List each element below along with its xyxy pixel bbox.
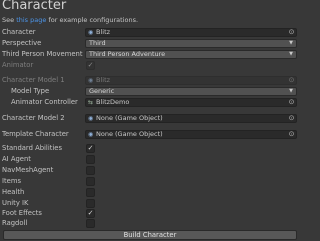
character-model-1-object-field: ◉ Blitz ⊙ (85, 76, 297, 85)
foot-effects-checkbox[interactable]: ✓ (86, 209, 95, 218)
ai-agent-label: AI Agent (2, 155, 31, 163)
animator-label: Animator (2, 61, 34, 69)
animator-controller-label: Animator Controller (11, 98, 78, 106)
toggle-row-health: Health (0, 188, 300, 197)
object-picker-icon[interactable]: ⊙ (288, 115, 295, 122)
navmeshagent-label: NavMeshAgent (2, 166, 54, 174)
third-person-movement-value: Third Person Adventure (89, 50, 166, 58)
unity-ik-label: Unity IK (2, 199, 29, 207)
character-model-1-label: Character Model 1 (2, 76, 65, 84)
character-value: Blitz (96, 28, 111, 36)
toggle-row-unity-ik: Unity IK (0, 199, 300, 208)
template-character-object-field[interactable]: ◉ None (Game Object) ⊙ (85, 130, 297, 139)
animator-checkbox: ✓ (86, 61, 95, 70)
character-model-2-object-field[interactable]: ◉ None (Game Object) ⊙ (85, 114, 297, 123)
items-label: Items (2, 177, 22, 185)
ragdoll-checkbox[interactable] (86, 219, 95, 228)
perspective-row: Perspective Third ▼ (0, 39, 300, 48)
standard-abilities-checkbox[interactable]: ✓ (86, 144, 95, 153)
template-character-value: None (Game Object) (96, 130, 163, 138)
game-object-icon: ◉ (88, 131, 94, 138)
character-model-2-label: Character Model 2 (2, 114, 65, 122)
character-model-2-value: None (Game Object) (96, 114, 163, 122)
game-object-icon: ◉ (88, 115, 94, 122)
perspective-label: Perspective (2, 39, 42, 47)
object-picker-icon[interactable]: ⊙ (288, 29, 295, 36)
character-label: Character (2, 28, 36, 36)
build-character-button[interactable]: Build Character (3, 230, 297, 240)
object-picker-icon[interactable]: ⊙ (288, 131, 295, 138)
animator-row: Animator ✓ (0, 61, 300, 70)
chevron-down-icon: ▼ (289, 40, 293, 46)
character-model-2-row: Character Model 2 ◉ None (Game Object) ⊙ (0, 114, 300, 123)
character-object-field[interactable]: ◉ Blitz ⊙ (85, 28, 297, 37)
game-object-icon: ◉ (88, 77, 94, 84)
animator-controller-object-field[interactable]: ⇆ BlitzDemo ⊙ (85, 98, 297, 107)
ragdoll-label: Ragdoll (2, 219, 28, 227)
ai-agent-checkbox[interactable] (86, 155, 95, 164)
items-checkbox[interactable] (86, 177, 95, 186)
template-character-label: Template Character (2, 130, 69, 138)
help-text-prefix: See (2, 16, 17, 24)
model-type-label: Model Type (11, 87, 50, 95)
toggle-row-navmeshagent: NavMeshAgent (0, 166, 300, 175)
toggle-row-foot-effects: Foot Effects ✓ (0, 209, 300, 218)
third-person-movement-dropdown[interactable]: Third Person Adventure ▼ (85, 50, 297, 59)
toggle-row-items: Items (0, 177, 300, 186)
animator-controller-icon: ⇆ (88, 99, 94, 106)
character-model-1-value: Blitz (96, 76, 111, 84)
unity-ik-checkbox[interactable] (86, 199, 95, 208)
standard-abilities-label: Standard Abilities (2, 144, 62, 152)
health-checkbox[interactable] (86, 188, 95, 197)
object-picker-icon[interactable]: ⊙ (288, 99, 295, 106)
third-person-movement-row: Third Person Movement Third Person Adven… (0, 50, 300, 59)
object-picker-icon: ⊙ (288, 76, 295, 84)
navmeshagent-checkbox[interactable] (86, 166, 95, 175)
help-link[interactable]: this page (16, 16, 46, 24)
third-person-movement-label: Third Person Movement (2, 50, 83, 58)
help-text: See this page for example configurations… (2, 16, 138, 24)
foot-effects-label: Foot Effects (2, 209, 42, 217)
help-text-suffix: for example configurations. (46, 16, 139, 24)
toggle-row-ai-agent: AI Agent (0, 155, 300, 164)
perspective-value: Third (89, 39, 106, 47)
chevron-down-icon: ▼ (289, 51, 293, 57)
chevron-down-icon: ▼ (289, 88, 293, 94)
toggle-row-ragdoll: Ragdoll (0, 219, 300, 228)
perspective-dropdown[interactable]: Third ▼ (85, 39, 297, 48)
model-type-dropdown[interactable]: Generic ▼ (85, 87, 297, 96)
character-row: Character ◉ Blitz ⊙ (0, 28, 300, 37)
model-type-row: Model Type Generic ▼ (0, 87, 300, 96)
model-type-value: Generic (89, 87, 115, 95)
window-title: Character (2, 0, 67, 13)
template-character-row: Template Character ◉ None (Game Object) … (0, 130, 300, 139)
animator-controller-value: BlitzDemo (96, 98, 130, 106)
animator-controller-row: Animator Controller ⇆ BlitzDemo ⊙ (0, 98, 300, 107)
toggle-row-standard-abilities: Standard Abilities ✓ (0, 144, 300, 153)
character-model-1-row: Character Model 1 ◉ Blitz ⊙ (0, 76, 300, 85)
game-object-icon: ◉ (88, 29, 94, 36)
health-label: Health (2, 188, 25, 196)
